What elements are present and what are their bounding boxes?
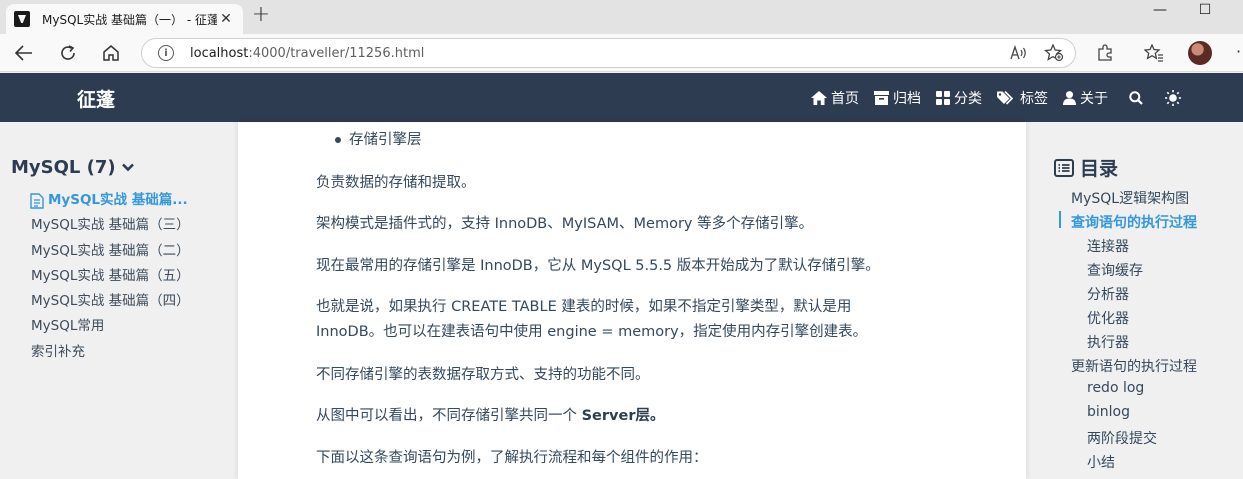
nav-categories[interactable]: 分类 xyxy=(936,88,982,108)
toc-item[interactable]: 更新语句的执行过程 xyxy=(1071,356,1197,376)
url-path: :4000/traveller/11256.html xyxy=(248,45,425,61)
chevron-down-icon xyxy=(121,163,134,172)
site-header: 征蓬 首页 归档 分类 标签 关于 xyxy=(0,73,1243,122)
favorites-icon[interactable] xyxy=(1143,42,1165,64)
sidebar-post[interactable]: 索引补充 xyxy=(31,340,190,365)
paragraph-text: 从图中可以看出，不同存储引擎共同一个 xyxy=(316,408,582,424)
toc-subitem[interactable]: binlog xyxy=(1087,404,1130,420)
address-bar[interactable]: i localhost:4000/traveller/11256.html xyxy=(141,38,1076,68)
user-icon xyxy=(1063,90,1076,105)
site-brand[interactable]: 征蓬 xyxy=(77,85,115,112)
browser-tab-strip: MySQL实战 基础篇（一） - 征蓬 ✕ + — ☐ xyxy=(0,0,1243,34)
grid-icon xyxy=(936,90,950,105)
paragraph: 现在最常用的存储引擎是 InnoDB，它从 MySQL 5.5.5 版本开始成为… xyxy=(316,258,880,274)
more-menu-icon[interactable]: · xyxy=(1236,42,1241,61)
paragraph: 架构模式是插件式的，支持 InnoDB、MyISAM、Memory 等多个存储引… xyxy=(316,216,814,232)
nav-home-label: 首页 xyxy=(831,90,859,107)
sidebar-post[interactable]: MySQL实战 基础篇（三） xyxy=(31,213,190,238)
table-of-contents: 目录 MySQL逻辑架构图 查询语句的执行过程 连接器 查询缓存 分析器 优化器… xyxy=(1026,122,1243,479)
toc-subitem[interactable]: 连接器 xyxy=(1087,236,1129,256)
toc-subitem[interactable]: 优化器 xyxy=(1087,308,1129,328)
list-bullet xyxy=(335,137,341,143)
site-favicon-icon xyxy=(14,11,30,27)
maximize-icon[interactable]: ☐ xyxy=(1182,2,1228,18)
toc-subitem[interactable]: 查询缓存 xyxy=(1087,260,1143,280)
sidebar-post-current[interactable]: MySQL实战 基础篇... xyxy=(30,188,190,213)
toc-subitem[interactable]: 分析器 xyxy=(1087,284,1129,304)
category-header[interactable]: MySQL (7) xyxy=(11,157,134,178)
back-icon[interactable] xyxy=(10,40,38,66)
nav-tags[interactable]: 标签 xyxy=(997,88,1048,108)
toc-subitem[interactable]: 两阶段提交 xyxy=(1087,428,1157,448)
nav-about[interactable]: 关于 xyxy=(1063,88,1108,108)
reload-icon[interactable] xyxy=(54,40,82,66)
toc-item-active[interactable]: 查询语句的执行过程 xyxy=(1071,212,1197,232)
paragraph: 下面以这条查询语句为例，了解执行流程和每个组件的作用： xyxy=(316,450,708,466)
sidebar-post-label: MySQL实战 基础篇... xyxy=(48,192,188,208)
minimize-icon[interactable]: — xyxy=(1137,2,1183,18)
sidebar-post[interactable]: MySQL常用 xyxy=(31,314,190,339)
paragraph: 从图中可以看出，不同存储引擎共同一个 Server层。 xyxy=(316,404,664,428)
tags-icon xyxy=(997,90,1014,105)
favorite-add-icon[interactable] xyxy=(1043,42,1065,64)
extensions-icon[interactable] xyxy=(1094,42,1116,64)
browser-tab[interactable]: MySQL实战 基础篇（一） - 征蓬 ✕ xyxy=(6,4,243,34)
nav-archive-label: 归档 xyxy=(893,90,921,107)
toc-item[interactable]: MySQL逻辑架构图 xyxy=(1071,188,1189,208)
article-content: 存储引擎层 负责数据的存储和提取。 架构模式是插件式的，支持 InnoDB、My… xyxy=(238,122,1026,479)
home-icon xyxy=(811,90,827,105)
toc-subitem[interactable]: redo log xyxy=(1087,380,1144,396)
paragraph: 负责数据的存储和提取。 xyxy=(316,175,476,191)
profile-avatar[interactable] xyxy=(1188,41,1212,65)
tab-close-icon[interactable]: ✕ xyxy=(217,11,235,27)
sidebar-post[interactable]: MySQL实战 基础篇（二） xyxy=(31,239,190,264)
sidebar-post[interactable]: MySQL实战 基础篇（五） xyxy=(31,264,190,289)
toc-title: 目录 xyxy=(1080,158,1119,180)
toc-header: 目录 xyxy=(1054,154,1118,181)
tab-title: MySQL实战 基础篇（一） - 征蓬 xyxy=(42,12,217,27)
paragraph: 也就是说，如果执行 CREATE TABLE 建表的时候，如果不指定引擎类型，默… xyxy=(316,299,852,315)
site-nav: 首页 归档 分类 标签 关于 xyxy=(796,73,1181,122)
paragraph: 不同存储引擎的表数据存取方式、支持的功能不同。 xyxy=(316,367,650,383)
nav-tags-label: 标签 xyxy=(1020,90,1048,107)
list-item: 存储引擎层 xyxy=(349,132,422,148)
search-icon[interactable] xyxy=(1129,90,1143,105)
toc-active-marker xyxy=(1059,211,1061,228)
bold-text: Server层。 xyxy=(581,408,665,424)
list-icon xyxy=(1054,158,1074,177)
category-post-list: MySQL实战 基础篇... MySQL实战 基础篇（三） MySQL实战 基础… xyxy=(30,188,190,365)
paragraph: InnoDB。也可以在建表语句中使用 engine = memory，指定使用内… xyxy=(316,324,868,340)
nav-about-label: 关于 xyxy=(1080,90,1108,107)
document-icon xyxy=(30,192,44,209)
sidebar-post[interactable]: MySQL实战 基础篇（四） xyxy=(31,289,190,314)
browser-toolbar: i localhost:4000/traveller/11256.html · xyxy=(0,34,1243,72)
archive-icon xyxy=(874,90,889,105)
new-tab-icon[interactable]: + xyxy=(250,4,272,28)
read-aloud-icon[interactable] xyxy=(1008,42,1030,64)
theme-toggle-icon[interactable] xyxy=(1165,89,1181,106)
nav-home[interactable]: 首页 xyxy=(811,88,859,108)
toc-subitem[interactable]: 小结 xyxy=(1087,452,1115,472)
nav-categories-label: 分类 xyxy=(954,90,982,107)
home-browser-icon[interactable] xyxy=(97,40,125,66)
url-host: localhost xyxy=(190,45,249,61)
toc-subitem[interactable]: 执行器 xyxy=(1087,332,1129,352)
site-info-icon[interactable]: i xyxy=(158,45,174,61)
nav-archive[interactable]: 归档 xyxy=(874,88,921,108)
category-title: MySQL (7) xyxy=(11,157,116,178)
category-sidebar: MySQL (7) MySQL实战 基础篇... MySQL实战 基础篇（三） … xyxy=(0,122,238,479)
